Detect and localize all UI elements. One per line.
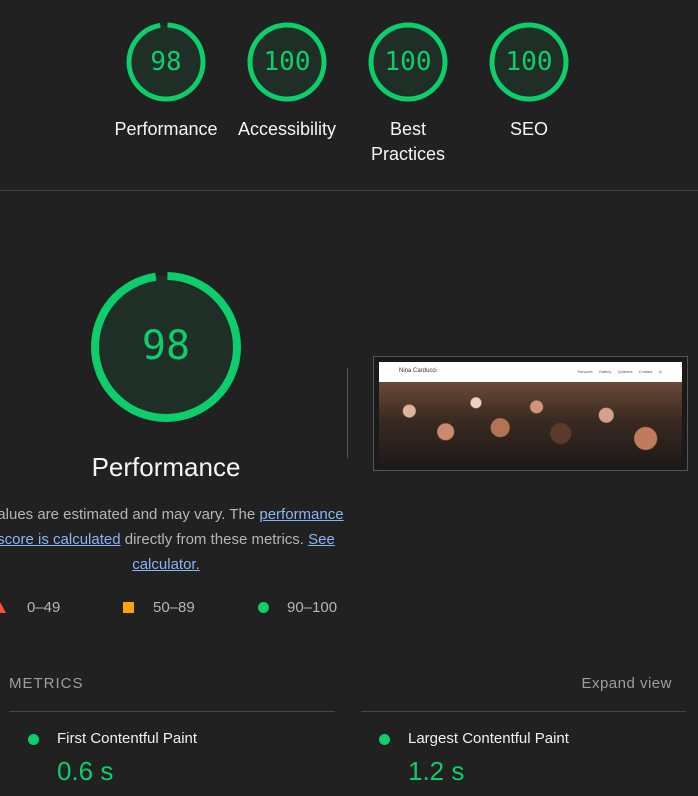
triangle-icon <box>0 602 6 613</box>
description-text: Values are estimated and may vary. The <box>0 506 260 523</box>
vertical-divider <box>347 368 348 458</box>
gauge-score: 98 <box>150 47 182 77</box>
performance-title: Performance <box>91 452 241 482</box>
gauge-best-practices[interactable]: 100 Best Practices <box>353 22 463 167</box>
gauge-seo[interactable]: 100 SEO <box>474 22 584 142</box>
gauge-label: Best Practices <box>370 119 446 164</box>
square-icon <box>123 602 134 613</box>
lighthouse-report: 98 Performance 100 Accessibility 100 Bes… <box>0 0 698 796</box>
gauge-ring: 98 <box>126 22 206 102</box>
description-text: directly from these metrics. <box>120 531 309 548</box>
metric-name: Largest Contentful Paint <box>408 730 569 747</box>
screenshot-nav-item: Services <box>577 369 593 374</box>
screenshot-nav-item: Gallery <box>598 369 612 374</box>
metric-divider <box>361 711 686 712</box>
section-divider <box>0 190 698 191</box>
gauge-score: 100 <box>505 47 553 77</box>
gauge-score: 100 <box>263 47 311 77</box>
gauge-ring: 100 <box>247 22 327 102</box>
gauge-label: Accessibility <box>237 119 337 139</box>
performance-description: Values are estimated and may vary. The p… <box>0 502 352 577</box>
circle-icon <box>258 602 269 613</box>
screenshot-nav-item: Contact <box>638 369 653 374</box>
metric-value: 1.2 s <box>408 756 465 786</box>
expand-view-button[interactable]: Expand view <box>581 675 672 692</box>
screenshot-page: Nina Carducci Services Gallery Quiénes C… <box>379 362 682 465</box>
final-screenshot[interactable]: Nina Carducci Services Gallery Quiénes C… <box>373 356 688 471</box>
performance-score: 98 <box>141 323 191 369</box>
metric-divider <box>9 711 335 712</box>
crowd-photo <box>379 382 682 465</box>
metrics-title: METRICS <box>9 675 84 692</box>
gauge-ring: 100 <box>489 22 569 102</box>
gauge-ring: 100 <box>368 22 448 102</box>
metric-value: 0.6 s <box>57 756 114 786</box>
gauge-label: SEO <box>509 119 548 139</box>
screenshot-nav: Services Gallery Quiénes Contact ◎ <box>572 369 662 374</box>
legend-range: 90–100 <box>287 599 338 616</box>
legend-range: 0–49 <box>27 599 61 616</box>
legend-range: 50–89 <box>153 599 195 616</box>
screenshot-nav-item: Quiénes <box>617 369 633 374</box>
circle-icon <box>28 734 39 745</box>
screenshot-brand: Nina Carducci <box>399 368 437 374</box>
metric-name: First Contentful Paint <box>57 730 198 747</box>
gauge-label: Performance <box>114 119 218 139</box>
performance-gauge: 98 <box>90 271 242 423</box>
gauge-score: 100 <box>384 47 432 77</box>
circle-icon <box>379 734 390 745</box>
instagram-icon: ◎ <box>658 369 663 374</box>
screenshot-header: Nina Carducci Services Gallery Quiénes C… <box>379 362 682 382</box>
gauge-accessibility[interactable]: 100 Accessibility <box>232 22 342 142</box>
gauge-performance[interactable]: 98 Performance <box>111 22 221 142</box>
